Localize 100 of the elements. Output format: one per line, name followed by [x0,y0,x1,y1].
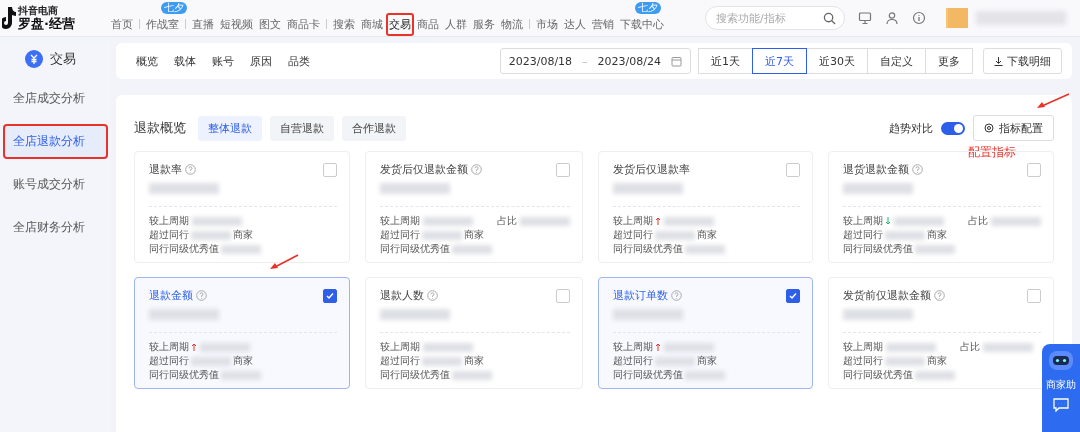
refund-type-tab[interactable]: 整体退款 [198,115,262,141]
metric-name: 退款金额 [149,288,193,303]
metric-name: 退款人数 [379,288,424,303]
merchants-label: 商家 [696,228,717,242]
nav-badge: 七夕 [161,1,187,14]
nav-tab[interactable]: 搜索 [330,12,358,36]
blurred-value [451,370,492,380]
period-button[interactable]: 自定义 [867,48,926,74]
metric-card[interactable]: 退款人数 较上周期 超过同行 商家 同行同级优秀值 [364,277,583,389]
metric-name: 发货后仅退款率 [612,162,690,177]
period-button[interactable]: 近7天 [752,48,807,74]
monitor-icon[interactable] [858,11,872,25]
compare-label: 较上周期 [612,340,653,354]
date-range-field[interactable]: 2023/08/18 – 2023/08/24 [499,48,691,74]
info-icon[interactable] [912,11,926,25]
nav-tab[interactable]: 达人 [561,12,589,36]
trend-toggle[interactable] [941,121,965,135]
merchants-label: 商家 [233,354,253,368]
filter-tab[interactable]: 账号 [212,53,234,69]
period-button[interactable]: 近1天 [698,48,753,74]
assistant-widget[interactable]: 商家助 [1042,344,1080,432]
sidebar-item[interactable]: 账号成交分析 [3,167,108,202]
nav-tab[interactable]: 直播 [189,12,217,36]
filter-tab[interactable]: 品类 [288,53,310,69]
peer-label: 同行同级优秀值 [379,368,450,382]
share-label: 占比 [496,214,517,228]
beat-label: 超过同行 [149,228,189,242]
peer-label: 同行同级优秀值 [612,368,683,382]
blurred-value [663,342,714,352]
nav-tab[interactable]: 作战室 [143,12,182,36]
nav-tab[interactable]: 商品卡 [284,12,323,36]
logo-title: 罗盘·经营 [18,17,75,30]
metric-card[interactable]: 退款率 较上周期 超过同行 商家 同行同级优秀值 [134,151,350,263]
toggle-label: 趋势对比 [889,120,933,136]
panel-title: 退款概览 [134,119,186,137]
nav-tab[interactable]: 下载中心 [617,12,667,36]
period-button[interactable]: 近30天 [806,48,868,74]
blurred-value [663,216,714,226]
compare-label: 较上周期 [612,214,653,228]
note-logo-icon [2,7,16,29]
metric-name: 退款率 [149,162,182,177]
config-button[interactable]: 指标配置 [973,115,1054,141]
blurred-value [885,356,925,366]
blurred-value [221,244,261,254]
nav-tab[interactable]: 市场 [533,12,561,36]
blurred-value [451,244,492,254]
check-icon [324,290,335,301]
refund-type-tab[interactable]: 合作退款 [342,115,406,141]
beat-label: 超过同行 [379,354,420,368]
compare-label: 较上周期 [149,340,189,354]
merchants-label: 商家 [463,228,484,242]
annotation-arrow [1036,93,1070,109]
search-icon[interactable] [823,12,836,25]
nav-tab[interactable]: 图文 [256,12,284,36]
peer-label: 同行同级优秀值 [149,242,219,256]
blurred-value [654,356,695,366]
filter-tab[interactable]: 概览 [136,53,158,69]
nav-tab[interactable]: 首页 [108,12,136,36]
nav-tab[interactable]: 人群 [442,12,470,36]
metric-checkbox[interactable] [322,288,337,303]
blurred-value [191,230,231,240]
metric-name: 退款订单数 [612,288,668,303]
merchants-label: 商家 [927,354,947,368]
compare-label: 较上周期 [843,214,883,228]
metric-card[interactable]: 退款订单数 较上周期 超过同行 商家 同行同级优秀值 [597,277,813,389]
beat-label: 超过同行 [612,228,653,242]
search-field[interactable]: 搜索功能/指标 [705,6,845,30]
robot-icon [1046,348,1076,372]
peer-label: 同行同级优秀值 [843,242,913,256]
user-icon[interactable] [885,11,899,25]
metric-card[interactable]: 发货后仅退款率 较上周期 超过同行 商家 同行同级优秀值 [597,151,813,263]
metric-checkbox[interactable] [786,288,800,303]
blurred-value [422,342,473,352]
nav-tab[interactable]: 商城 [358,12,386,36]
metric-name: 发货前仅退款金额 [843,288,931,303]
filter-tab[interactable]: 载体 [174,53,196,69]
blurred-value [422,216,473,226]
metric-card[interactable]: 发货后仅退款金额 较上周期 占比 超过同行 商家 同行同级优秀值 [364,151,583,263]
blurred-value [684,370,725,380]
blurred-value [421,356,462,366]
sidebar-item[interactable]: 全店退款分析 [3,124,108,159]
nav-tab[interactable]: 商品 [414,12,442,36]
nav-tab[interactable]: 短视频 [217,12,256,36]
sidebar-item[interactable]: 全店成交分析 [3,81,108,116]
yuan-coin-icon [24,49,44,69]
settings-icon [984,123,994,133]
download-button[interactable]: 下载明细 [983,48,1062,74]
beat-label: 超过同行 [843,228,883,242]
nav-tab[interactable]: 物流 [498,12,526,36]
nav-tab[interactable]: 营销 [589,12,617,36]
nav-tab[interactable]: 交易 [386,12,414,36]
blurred-value [885,230,925,240]
blurred-value [684,244,725,254]
refund-type-tab[interactable]: 自营退款 [270,115,334,141]
sidebar-item[interactable]: 全店财务分析 [3,210,108,245]
nav-tab[interactable]: 服务 [470,12,498,36]
filter-tab[interactable]: 原因 [250,53,272,69]
blurred-value [379,309,450,320]
period-button[interactable]: 更多 [925,48,973,74]
share-label: 占比 [968,214,988,228]
